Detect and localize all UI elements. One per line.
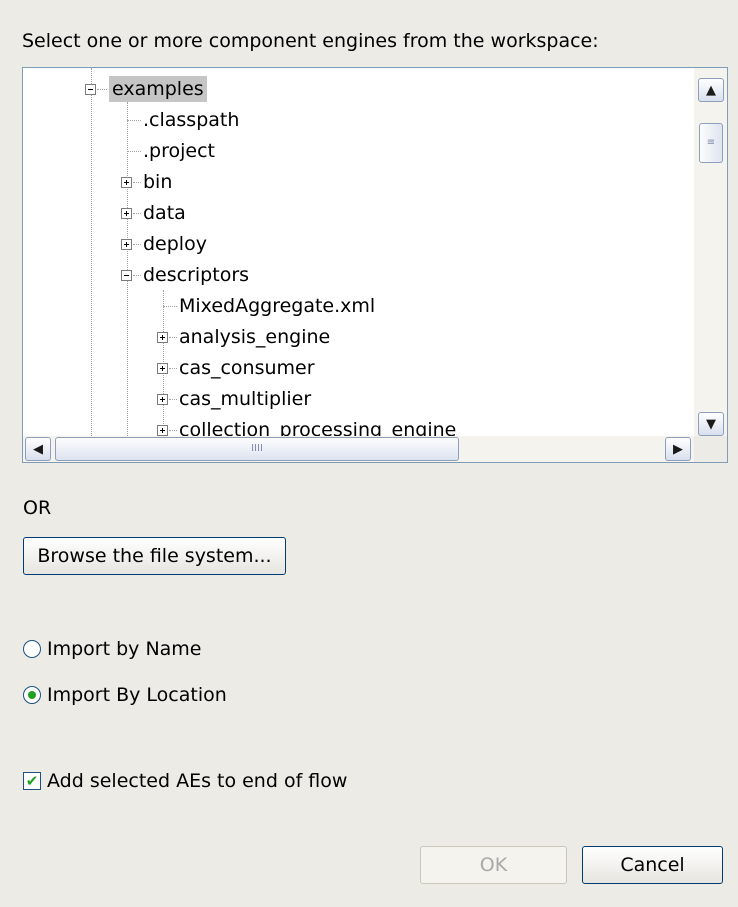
tree-item-cas-multiplier[interactable]: cas_multiplier (23, 386, 695, 412)
tree-connector (163, 306, 177, 307)
import-by-name-option[interactable]: Import by Name (23, 636, 202, 662)
collapse-icon[interactable] (121, 270, 132, 281)
tree-viewport: examples .classpath .project bin data de… (23, 68, 695, 436)
tree-item-data[interactable]: data (23, 200, 695, 226)
collapse-icon[interactable] (85, 84, 96, 95)
ok-button[interactable]: OK (420, 846, 567, 884)
scrollbar-corner (694, 436, 727, 462)
checkmark-icon[interactable]: ✔ (23, 772, 41, 790)
tree-item-label: .project (143, 140, 215, 162)
add-to-flow-label: Add selected AEs to end of flow (47, 770, 348, 792)
import-by-location-option[interactable]: Import By Location (23, 682, 227, 708)
prompt-label: Select one or more component engines fro… (22, 30, 599, 52)
import-by-name-label: Import by Name (47, 638, 202, 660)
tree-item-label: analysis_engine (179, 326, 331, 348)
vertical-scroll-thumb[interactable]: ≡ (699, 123, 723, 163)
import-by-location-label: Import By Location (47, 684, 227, 706)
chevron-left-icon[interactable]: ◀ (25, 437, 51, 461)
tree-item-label: data (143, 202, 186, 224)
expand-icon[interactable] (121, 208, 132, 219)
add-to-flow-option[interactable]: ✔ Add selected AEs to end of flow (23, 768, 347, 794)
tree-item-label: MixedAggregate.xml (179, 295, 376, 317)
tree-connector (127, 151, 141, 152)
expand-icon[interactable] (157, 394, 168, 405)
tree-connector (127, 120, 141, 121)
tree-item-cas-consumer[interactable]: cas_consumer (23, 355, 695, 381)
or-label: OR (23, 497, 52, 519)
expand-icon[interactable] (121, 239, 132, 250)
tree-item-mixedaggregate[interactable]: MixedAggregate.xml (23, 293, 695, 319)
tree-item-descriptors[interactable]: descriptors (23, 262, 695, 288)
tree-item-classpath[interactable]: .classpath (23, 107, 695, 133)
tree-item-label: examples (109, 76, 207, 102)
tree-item-deploy[interactable]: deploy (23, 231, 695, 257)
radio-button[interactable] (23, 640, 41, 658)
chevron-down-icon[interactable]: ▼ (698, 412, 724, 436)
tree-connector (97, 89, 107, 90)
chevron-right-icon[interactable]: ▶ (665, 437, 691, 461)
tree-item-label: deploy (143, 233, 207, 255)
vertical-scrollbar[interactable]: ▲ ≡ ▼ (694, 68, 727, 436)
tree-item-label: .classpath (143, 109, 240, 131)
tree-item-collection-processing-engine[interactable]: collection_processing_engine (23, 417, 695, 436)
radio-button[interactable] (23, 686, 41, 704)
expand-icon[interactable] (157, 332, 168, 343)
tree-item-label: bin (143, 171, 173, 193)
tree-item-label: cas_multiplier (179, 388, 312, 410)
cancel-button[interactable]: Cancel (582, 846, 723, 884)
chevron-up-icon[interactable]: ▲ (698, 78, 724, 102)
tree-item-examples[interactable]: examples (23, 76, 695, 102)
horizontal-scroll-thumb[interactable]: IIII (55, 437, 459, 461)
browse-file-system-button[interactable]: Browse the file system... (23, 537, 286, 575)
grip-icon: ≡ (706, 137, 716, 148)
expand-icon[interactable] (121, 177, 132, 188)
tree-item-label: collection_processing_engine (179, 419, 457, 436)
grip-icon: IIII (251, 443, 263, 454)
tree-item-analysis-engine[interactable]: analysis_engine (23, 324, 695, 350)
tree-item-label: descriptors (143, 264, 250, 286)
workspace-tree[interactable]: examples .classpath .project bin data de… (22, 67, 728, 463)
tree-item-bin[interactable]: bin (23, 169, 695, 195)
tree-item-project[interactable]: .project (23, 138, 695, 164)
tree-item-label: cas_consumer (179, 357, 315, 379)
expand-icon[interactable] (157, 363, 168, 374)
expand-icon[interactable] (157, 425, 168, 436)
horizontal-scrollbar[interactable]: ◀ IIII ▶ (23, 436, 695, 462)
